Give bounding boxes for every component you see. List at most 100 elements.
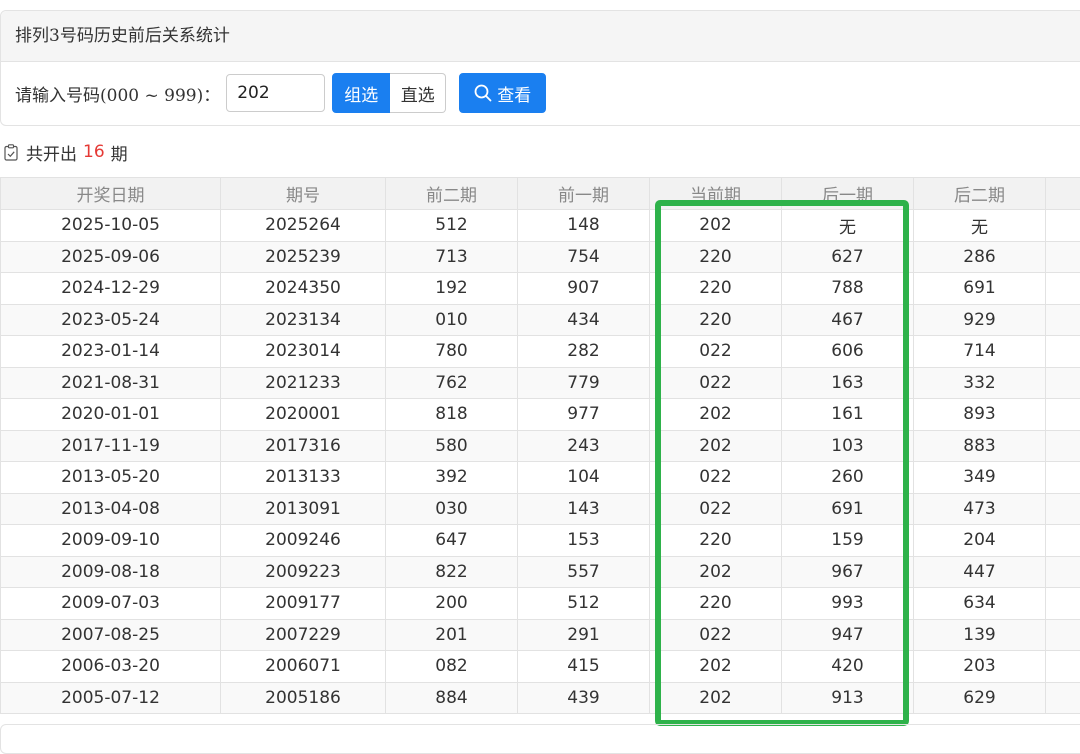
table-cell: 780 — [386, 336, 518, 368]
table-cell: 2025264 — [221, 210, 386, 242]
table-cell: 512 — [518, 588, 650, 620]
table-cell: 2009223 — [221, 556, 386, 588]
table-cell: 260 — [782, 462, 914, 494]
table-cell: 2013-05-20 — [1, 462, 221, 494]
table-cell: 103 — [782, 430, 914, 462]
table-cell: 993 — [782, 588, 914, 620]
table-cell: 201 — [386, 619, 518, 651]
table-cell: 282 — [518, 336, 650, 368]
table-cell: 439 — [518, 682, 650, 714]
table-cell: 691 — [782, 493, 914, 525]
table-cell: 332 — [914, 367, 1046, 399]
table-cell-extra — [1046, 273, 1080, 305]
table-cell-extra — [1046, 304, 1080, 336]
table-cell: 无 — [914, 210, 1046, 242]
table-cell: 606 — [782, 336, 914, 368]
table-cell: 967 — [782, 556, 914, 588]
mode-toggle: 组选 直选 — [332, 73, 446, 113]
table-cell-extra — [1046, 682, 1080, 714]
table-cell: 220 — [650, 273, 782, 305]
table-cell: 2021233 — [221, 367, 386, 399]
table-cell-extra — [1046, 525, 1080, 557]
table-cell: 2023-05-24 — [1, 304, 221, 336]
table-cell: 2024350 — [221, 273, 386, 305]
table-cell: 220 — [650, 241, 782, 273]
table-cell: 202 — [650, 399, 782, 431]
column-header-prev1[interactable]: 前一期 — [518, 178, 650, 210]
number-input[interactable] — [226, 74, 325, 112]
table-cell: 143 — [518, 493, 650, 525]
column-header-next2[interactable]: 后二期 — [914, 178, 1046, 210]
table-cell: 139 — [914, 619, 1046, 651]
table-cell: 2023-01-14 — [1, 336, 221, 368]
column-header-extra — [1046, 178, 1080, 210]
table-cell: 822 — [386, 556, 518, 588]
table-row: 2025-10-052025264512148202无无 — [1, 210, 1080, 242]
table-cell: 467 — [782, 304, 914, 336]
table-cell: 714 — [914, 336, 1046, 368]
table-cell: 2023134 — [221, 304, 386, 336]
search-button-label: 查看 — [497, 81, 531, 106]
table-cell: 818 — [386, 399, 518, 431]
column-header-draw-date[interactable]: 开奖日期 — [1, 178, 221, 210]
column-header-period[interactable]: 期号 — [221, 178, 386, 210]
table-cell: 2009246 — [221, 525, 386, 557]
direct-mode-button[interactable]: 直选 — [390, 73, 446, 113]
table-cell-extra — [1046, 588, 1080, 620]
search-icon — [474, 84, 492, 102]
table-cell: 2025-09-06 — [1, 241, 221, 273]
table-cell: 2006071 — [221, 651, 386, 683]
group-mode-button[interactable]: 组选 — [332, 73, 390, 113]
table-cell: 2023014 — [221, 336, 386, 368]
table-cell: 2007229 — [221, 619, 386, 651]
table-row: 2023-01-142023014780282022606714 — [1, 336, 1080, 368]
table-cell: 2005186 — [221, 682, 386, 714]
table-cell: 392 — [386, 462, 518, 494]
table-cell: 2021-08-31 — [1, 367, 221, 399]
table-cell: 220 — [650, 588, 782, 620]
table-cell: 929 — [914, 304, 1046, 336]
table-cell: 192 — [386, 273, 518, 305]
table-cell: 291 — [518, 619, 650, 651]
column-header-prev2[interactable]: 前二期 — [386, 178, 518, 210]
table-row: 2009-07-032009177200512220993634 — [1, 588, 1080, 620]
table-row: 2009-09-102009246647153220159204 — [1, 525, 1080, 557]
table-cell: 580 — [386, 430, 518, 462]
table-cell: 420 — [782, 651, 914, 683]
table-cell: 713 — [386, 241, 518, 273]
table-cell-extra — [1046, 462, 1080, 494]
table-cell-extra — [1046, 619, 1080, 651]
table-cell: 200 — [386, 588, 518, 620]
results-table-container: 开奖日期 期号 前二期 前一期 当前期 后一期 后二期 2025-10-0520… — [0, 177, 1080, 714]
search-button[interactable]: 查看 — [459, 73, 546, 113]
table-header-row: 开奖日期 期号 前二期 前一期 当前期 后一期 后二期 — [1, 178, 1080, 210]
table-cell: 2007-08-25 — [1, 619, 221, 651]
table-cell: 907 — [518, 273, 650, 305]
table-cell-extra — [1046, 493, 1080, 525]
table-cell-extra — [1046, 210, 1080, 242]
table-cell: 349 — [914, 462, 1046, 494]
table-cell: 913 — [782, 682, 914, 714]
table-cell: 082 — [386, 651, 518, 683]
table-cell: 010 — [386, 304, 518, 336]
table-cell: 434 — [518, 304, 650, 336]
column-header-next1[interactable]: 后一期 — [782, 178, 914, 210]
table-cell: 2009-07-03 — [1, 588, 221, 620]
table-cell: 202 — [650, 682, 782, 714]
period-count: 16 — [83, 142, 105, 162]
table-row: 2025-09-062025239713754220627286 — [1, 241, 1080, 273]
table-cell: 104 — [518, 462, 650, 494]
column-header-current[interactable]: 当前期 — [650, 178, 782, 210]
table-row: 2009-08-182009223822557202967447 — [1, 556, 1080, 588]
table-cell-extra — [1046, 430, 1080, 462]
table-cell: 557 — [518, 556, 650, 588]
table-cell: 884 — [386, 682, 518, 714]
table-cell: 202 — [650, 210, 782, 242]
table-cell: 2013133 — [221, 462, 386, 494]
table-cell: 647 — [386, 525, 518, 557]
number-label: 请输入号码(000 ~ 999)： — [15, 81, 220, 106]
table-cell: 447 — [914, 556, 1046, 588]
table-cell: 415 — [518, 651, 650, 683]
checklist-icon — [4, 144, 18, 161]
table-cell: 202 — [650, 651, 782, 683]
